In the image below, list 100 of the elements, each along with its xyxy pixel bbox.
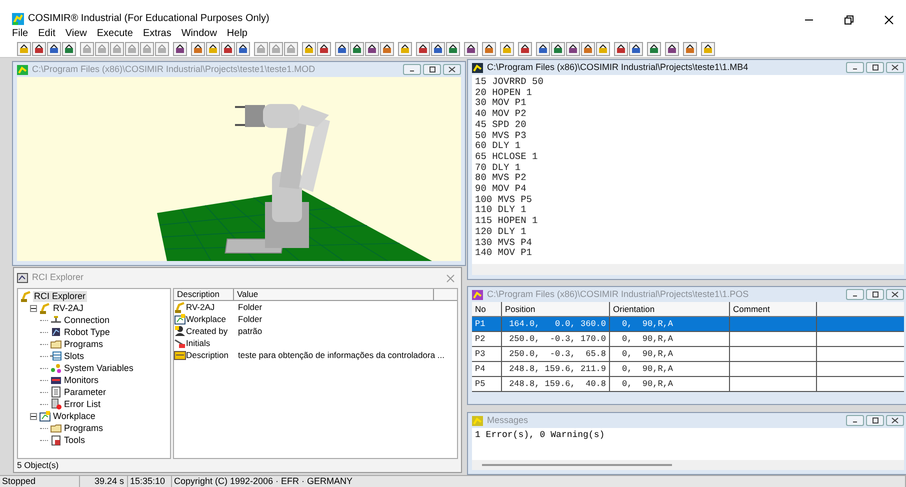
tool-icon[interactable] <box>629 42 643 56</box>
tool-icon[interactable] <box>32 42 46 56</box>
tool-icon[interactable] <box>335 42 349 56</box>
code-line: 30 MOV P1 <box>475 98 528 110</box>
expander-icon[interactable] <box>30 412 37 420</box>
tool-icon[interactable] <box>518 42 532 56</box>
close-button[interactable] <box>886 415 904 426</box>
code-line: 70 DLY 1 <box>475 162 522 174</box>
close-button[interactable] <box>886 289 904 300</box>
tree-item[interactable]: Error List <box>63 398 102 410</box>
code-line: 40 MOV P2 <box>475 109 528 120</box>
item-icon <box>174 349 186 362</box>
tool-icon[interactable] <box>221 42 235 56</box>
tree-item[interactable]: Workplace <box>52 410 96 422</box>
tool-icon[interactable] <box>464 42 478 56</box>
tool-icon[interactable] <box>482 42 496 56</box>
tool-icon[interactable] <box>566 42 580 56</box>
tree-item[interactable]: Programs <box>63 422 104 434</box>
item-name[interactable]: Workplace <box>186 314 226 325</box>
table-row[interactable]: P5 248.8, 159.6, 40.8 0, 90,R,A <box>472 377 904 392</box>
tree-item[interactable]: RV-2AJ <box>52 302 84 314</box>
tool-icon[interactable] <box>62 42 76 56</box>
close-icon[interactable] <box>884 15 894 25</box>
maximize-button[interactable] <box>866 62 884 73</box>
restore-icon[interactable] <box>844 15 854 25</box>
item-name[interactable]: Initials <box>186 338 210 349</box>
column-header[interactable]: No <box>472 302 502 316</box>
tool-icon[interactable] <box>581 42 595 56</box>
tool-icon[interactable] <box>47 42 61 56</box>
tool-icon[interactable] <box>17 42 31 56</box>
tool-icon[interactable] <box>350 42 364 56</box>
tool-icon[interactable] <box>500 42 514 56</box>
close-button[interactable] <box>886 62 904 73</box>
item-name[interactable]: Description <box>186 350 229 361</box>
menu-item[interactable]: Help <box>226 28 248 40</box>
tool-icon[interactable] <box>173 42 187 56</box>
tree-item[interactable]: Slots <box>63 350 86 362</box>
item-icon <box>174 337 186 350</box>
tool-icon[interactable] <box>596 42 610 56</box>
column-header[interactable]: Value <box>234 289 434 300</box>
table-row[interactable]: P2 250.0, -0.3, 170.0 0, 90,R,A <box>472 332 904 347</box>
tool-icon[interactable] <box>536 42 550 56</box>
tool-icon[interactable] <box>206 42 220 56</box>
table-cell: P2 <box>472 332 502 346</box>
table-row[interactable]: P1 164.0, 0.0, 360.0 0, 90,R,A <box>472 317 904 332</box>
window-title: C:\Program Files (x86)\COSIMIR Industrial\Projects\teste1\teste1.MOD <box>32 64 316 75</box>
tree-icon <box>50 422 62 434</box>
menu-item[interactable]: View <box>65 28 87 40</box>
status-text: Stopped <box>0 476 80 487</box>
tool-icon[interactable] <box>191 42 205 56</box>
tool-icon[interactable] <box>431 42 445 56</box>
tree-item[interactable]: System Variables <box>63 362 134 374</box>
horizontal-scrollbar[interactable] <box>472 264 904 275</box>
tool-icon[interactable] <box>683 42 697 56</box>
tool-icon[interactable] <box>701 42 715 56</box>
table-row[interactable]: P3 250.0, -0.3, 65.8 0, 90,R,A <box>472 347 904 362</box>
tool-icon[interactable] <box>380 42 394 56</box>
item-name[interactable]: RV-2AJ <box>186 302 215 313</box>
column-header[interactable]: Description <box>174 289 234 300</box>
tree-item[interactable]: Programs <box>63 338 104 350</box>
menu-item[interactable]: Window <box>181 28 217 40</box>
column-header[interactable]: Comment <box>730 302 817 316</box>
tool-icon[interactable] <box>317 42 331 56</box>
tree-item[interactable]: Connection <box>63 314 111 326</box>
tool-icon[interactable] <box>647 42 661 56</box>
tree-item[interactable]: Monitors <box>63 374 100 386</box>
item-name[interactable]: Created by <box>186 326 228 337</box>
code-line: 120 DLY 1 <box>475 226 528 238</box>
window-title: Messages <box>487 415 528 426</box>
tool-icon[interactable] <box>446 42 460 56</box>
tool-icon[interactable] <box>551 42 565 56</box>
close-button[interactable] <box>443 64 461 75</box>
window-title: COSIMIR® Industrial (For Educational Purposes Only) <box>28 13 270 25</box>
maximize-button[interactable] <box>866 415 884 426</box>
column-header[interactable]: Position <box>502 302 610 316</box>
tree-item[interactable]: Robot Type <box>63 326 111 338</box>
tool-icon[interactable] <box>398 42 412 56</box>
code-line: 15 JOVRRD 50 <box>475 77 544 88</box>
menu-item[interactable]: Extras <box>143 28 172 40</box>
tool-icon[interactable] <box>302 42 316 56</box>
tree-item[interactable]: Parameter <box>63 386 108 398</box>
expander-icon[interactable] <box>30 304 37 312</box>
scrollbar-thumb[interactable] <box>482 464 672 466</box>
table-row[interactable]: P4 248.8, 159.6, 211.9 0, 90,R,A <box>472 362 904 377</box>
maximize-button[interactable] <box>423 64 441 75</box>
tree-icon <box>50 398 62 410</box>
tool-icon[interactable] <box>236 42 250 56</box>
tree-item[interactable]: Tools <box>63 434 86 446</box>
item-icon <box>174 301 186 314</box>
column-header[interactable]: Orientation <box>610 302 730 316</box>
tool-icon[interactable] <box>365 42 379 56</box>
tool-icon[interactable] <box>416 42 430 56</box>
maximize-button[interactable] <box>866 289 884 300</box>
tree-item[interactable]: RCI Explorer <box>33 290 87 302</box>
menu-item[interactable]: Edit <box>38 28 56 40</box>
code-line: 50 MVS P3 <box>475 130 528 142</box>
tool-icon[interactable] <box>614 42 628 56</box>
menu-item[interactable]: Execute <box>96 28 133 40</box>
menu-item[interactable]: File <box>12 28 28 40</box>
tool-icon[interactable] <box>665 42 679 56</box>
